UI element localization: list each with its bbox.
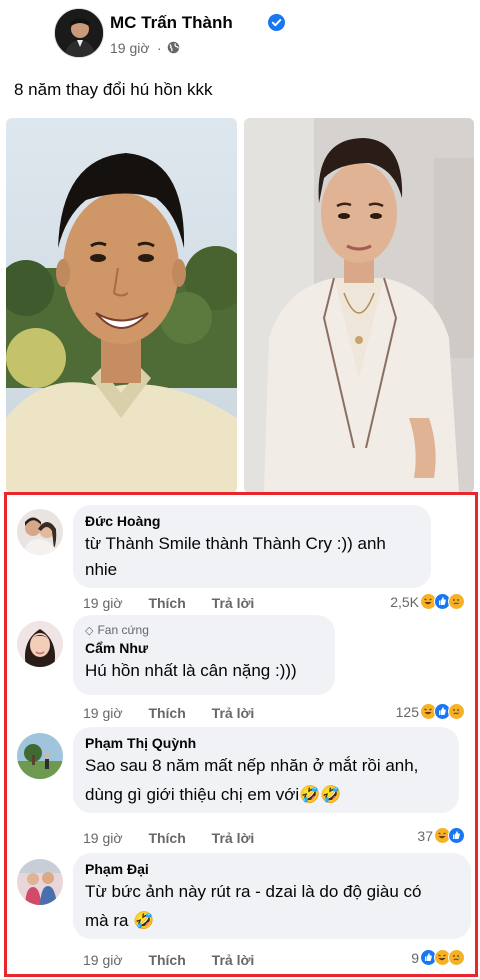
reaction-count: 37 (417, 827, 433, 844)
reply-button[interactable]: Trả lời (212, 705, 255, 721)
fan-badge: ◇ Fan cứng (85, 623, 323, 637)
reaction-summary[interactable]: 125 (396, 703, 465, 720)
comment-item: Phạm Thị Quỳnh Sao sau 8 năm mất nếp nhă… (7, 727, 475, 851)
comment-text-line: Sao sau 8 năm mất nếp nhăn ở mắt rồi anh… (85, 756, 419, 775)
commenter-avatar[interactable] (17, 621, 63, 667)
like-icon (448, 827, 465, 844)
commenter-name[interactable]: Phạm Thị Quỳnh (85, 735, 447, 751)
post-time[interactable]: 19 giờ (110, 40, 150, 56)
commenter-avatar[interactable] (17, 859, 63, 905)
comment-bubble[interactable]: ◇ Fan cứng Cẩm Như Hú hồn nhất là cân nặn… (73, 615, 335, 695)
comment-bubble[interactable]: Phạm Thị Quỳnh Sao sau 8 năm mất nếp nhă… (73, 727, 459, 813)
comment-actions: 19 giờ Thích Trả lời (83, 830, 276, 846)
commenter-name[interactable]: Cẩm Như (85, 640, 323, 656)
comment-item: Đức Hoàng từ Thành Smile thành Thành Cry… (7, 495, 475, 615)
comment-time[interactable]: 19 giờ (83, 595, 123, 611)
reaction-count: 2,5K (390, 593, 419, 610)
like-button[interactable]: Thích (148, 705, 185, 721)
globe-icon (167, 41, 180, 54)
comment-text-line: mà ra 🤣 (85, 911, 155, 930)
author-name[interactable]: MC Trấn Thành (110, 13, 233, 33)
separator-dot: · (157, 40, 162, 56)
verified-badge-icon (268, 14, 285, 31)
reaction-summary[interactable]: 2,5K (390, 593, 465, 610)
comment-item: Phạm Đại Từ bức ảnh này rút ra - dzai là… (7, 853, 475, 977)
comment-actions: 19 giờ Thích Trả lời (83, 705, 276, 721)
comment-text-line: Hú hồn nhất là cân nặng :))) (85, 661, 297, 680)
post-header: MC Trấn Thành 19 giờ · (0, 0, 480, 70)
comment-text-line: dùng gì giới thiệu chị em với🤣🤣 (85, 785, 342, 804)
sad-icon (448, 703, 465, 720)
post-photo-before[interactable] (6, 118, 237, 493)
reaction-summary[interactable]: 37 (417, 827, 465, 844)
commenter-avatar[interactable] (17, 509, 63, 555)
author-avatar[interactable] (54, 8, 104, 58)
comment-time[interactable]: 19 giờ (83, 705, 123, 721)
comment-text-line: nhie (85, 560, 118, 579)
like-button[interactable]: Thích (148, 595, 185, 611)
reaction-summary[interactable]: 9 (411, 949, 465, 966)
comment-bubble[interactable]: Đức Hoàng từ Thành Smile thành Thành Cry… (73, 505, 431, 588)
like-button[interactable]: Thích (148, 830, 185, 846)
commenter-avatar[interactable] (17, 733, 63, 779)
like-button[interactable]: Thích (148, 952, 185, 968)
commenter-name[interactable]: Phạm Đại (85, 861, 459, 877)
comments-highlight-box: Đức Hoàng từ Thành Smile thành Thành Cry… (4, 492, 478, 977)
reply-button[interactable]: Trả lời (212, 952, 255, 968)
comment-item: ◇ Fan cứng Cẩm Như Hú hồn nhất là cân nặn… (7, 615, 475, 725)
sad-icon (448, 949, 465, 966)
fan-badge-label: Fan cứng (97, 623, 149, 637)
comment-time[interactable]: 19 giờ (83, 830, 123, 846)
post-photo-after[interactable] (244, 118, 474, 493)
comment-actions: 19 giờ Thích Trả lời (83, 952, 276, 968)
comment-time[interactable]: 19 giờ (83, 952, 123, 968)
diamond-icon: ◇ (85, 625, 94, 637)
commenter-name[interactable]: Đức Hoàng (85, 513, 419, 529)
comment-text-line: Từ bức ảnh này rút ra - dzai là do độ gi… (85, 882, 422, 901)
reaction-count: 125 (395, 703, 419, 720)
comment-text-line: từ Thành Smile thành Thành Cry :)) anh (85, 534, 386, 553)
sad-icon (448, 593, 465, 610)
comment-actions: 19 giờ Thích Trả lời (83, 595, 276, 611)
reply-button[interactable]: Trả lời (212, 830, 255, 846)
reply-button[interactable]: Trả lời (212, 595, 255, 611)
reaction-count: 9 (411, 949, 419, 966)
comment-bubble[interactable]: Phạm Đại Từ bức ảnh này rút ra - dzai là… (73, 853, 471, 939)
post-text: 8 năm thay đổi hú hồn kkk (14, 80, 213, 99)
